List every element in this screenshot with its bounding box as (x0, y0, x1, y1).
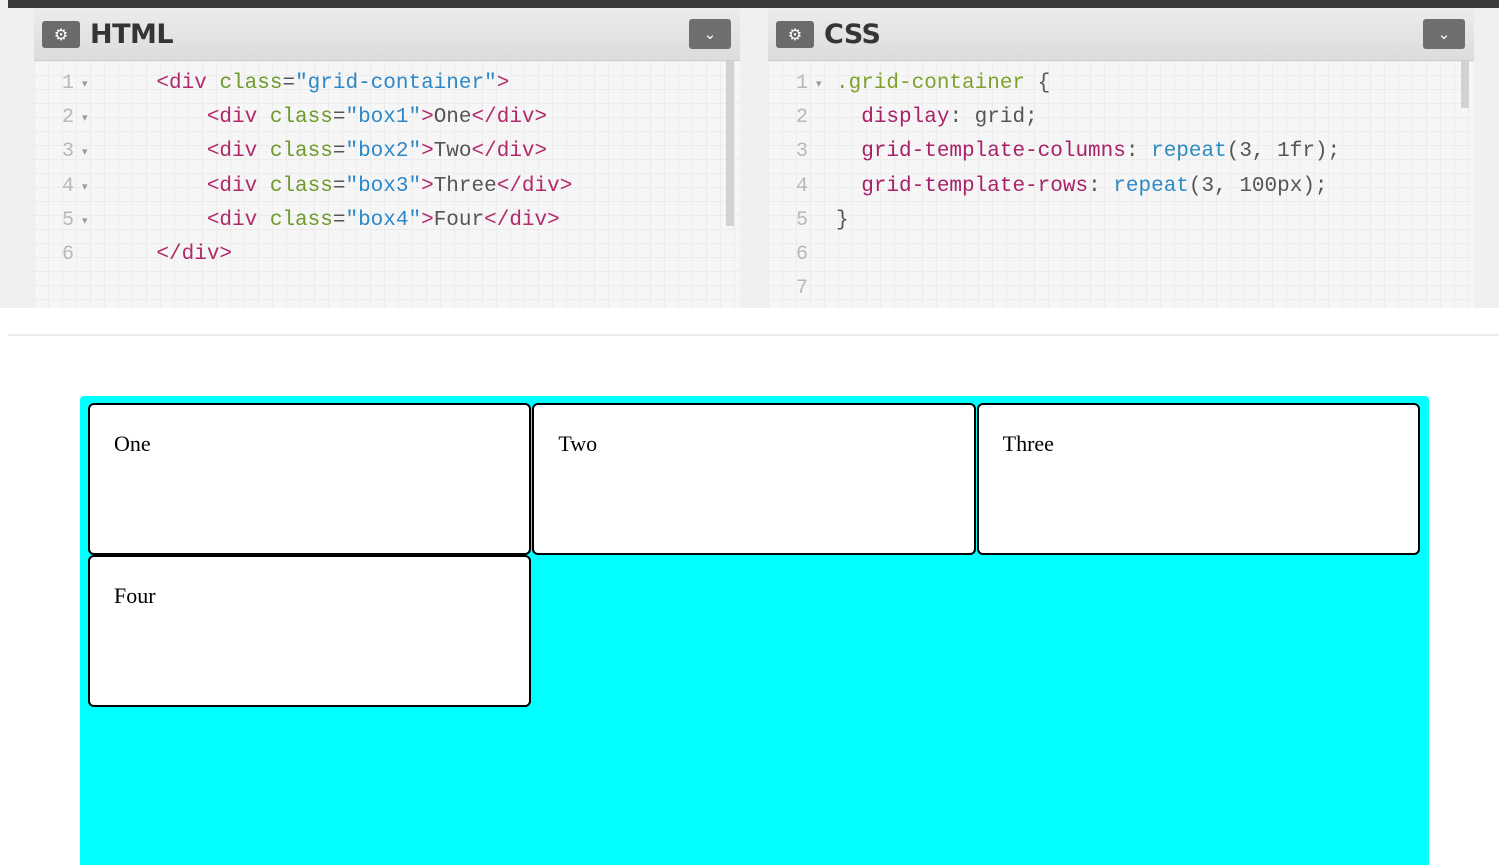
code-line[interactable]: 3 ▾ <div class="box2">Two</div> (34, 135, 740, 169)
code-line[interactable]: 1 ▾ <div class="grid-container"> (34, 67, 740, 101)
code-line[interactable]: 2 display: grid; (768, 101, 1474, 135)
css-editor-panel[interactable]: ⚙ CSS ⌄ 1 ▾ .grid-container { 2 display: gr… (768, 8, 1474, 308)
code-text: grid-template-columns: repeat(3, 1fr); (861, 140, 1341, 164)
html-code-area[interactable]: 1 ▾ <div class="grid-container"> 2 ▾ <div c… (34, 67, 740, 272)
fold-arrow-icon[interactable]: ▾ (82, 67, 88, 101)
chevron-down-icon[interactable]: ⌄ (1423, 19, 1465, 49)
result-grid-container: One Two Three Four (80, 396, 1429, 865)
code-line[interactable]: 7 (768, 272, 1474, 306)
code-text: <div class="box3">Three</div> (206, 174, 573, 198)
code-text: <div class="box1">One</div> (206, 106, 548, 130)
css-code-area[interactable]: 1 ▾ .grid-container {2 display: grid; 3 gri… (768, 67, 1474, 306)
grid-box-three: Three (976, 403, 1420, 555)
html-panel-header: ⚙ HTML ⌄ (34, 8, 740, 61)
gear-icon[interactable]: ⚙ (42, 21, 80, 48)
css-panel-title: CSS (824, 19, 881, 50)
code-line[interactable]: 4 ▾ <div class="box3">Three</div> (34, 170, 740, 204)
code-text: </div> (156, 242, 233, 266)
divider (8, 334, 1499, 336)
line-number: 3 (61, 140, 74, 164)
js-panel-tab[interactable] (1475, 8, 1499, 308)
line-number: 5 (61, 208, 74, 232)
code-line[interactable]: 2 ▾ <div class="box1">One</div> (34, 101, 740, 135)
line-number: 4 (795, 174, 808, 198)
code-line[interactable]: 5 ▾ <div class="box4">Four</div> (34, 204, 740, 238)
line-number: 6 (61, 242, 74, 266)
line-number: 5 (795, 208, 808, 232)
code-text: .grid-container { (836, 72, 1051, 95)
line-number: 2 (61, 106, 74, 130)
code-text: display: grid; (861, 106, 1038, 130)
html-editor-panel[interactable]: ⚙ HTML ⌄ 1 ▾ <div class="grid-container">… (34, 8, 740, 308)
code-text: grid-template-rows: repeat(3, 100px); (861, 174, 1328, 198)
grid-box-two: Two (532, 403, 976, 555)
fold-arrow-icon[interactable]: ▾ (82, 170, 88, 204)
fold-arrow-icon[interactable]: ▾ (82, 101, 88, 135)
code-text: } (836, 208, 849, 232)
html-panel-title: HTML (90, 19, 174, 50)
html-scrollbar[interactable] (726, 61, 734, 226)
grid-box-one: One (88, 403, 532, 555)
fold-arrow-icon[interactable]: ▾ (82, 204, 88, 238)
code-text: <div class="box4">Four</div> (206, 208, 560, 232)
line-number: 7 (795, 277, 808, 301)
code-text: <div class="grid-container"> (156, 72, 510, 95)
code-line[interactable]: 6 (768, 238, 1474, 272)
top-strip (8, 0, 1499, 8)
code-line[interactable]: 5} (768, 204, 1474, 238)
line-number: 1 (61, 72, 74, 95)
line-number: 1 (795, 72, 808, 95)
fold-arrow-icon[interactable]: ▾ (816, 67, 822, 101)
line-number: 4 (61, 174, 74, 198)
grid-box-four: Four (88, 555, 532, 707)
line-number: 6 (795, 242, 808, 266)
code-line[interactable]: 6 </div> (34, 238, 740, 272)
code-line[interactable]: 3 grid-template-columns: repeat(3, 1fr); (768, 135, 1474, 169)
css-panel-header: ⚙ CSS ⌄ (768, 8, 1474, 61)
code-line[interactable]: 1 ▾ .grid-container { (768, 67, 1474, 101)
line-number: 2 (795, 106, 808, 130)
gear-icon[interactable]: ⚙ (776, 21, 814, 48)
fold-arrow-icon[interactable]: ▾ (82, 135, 88, 169)
code-line[interactable]: 4 grid-template-rows: repeat(3, 100px); (768, 170, 1474, 204)
editor-area: ⚙ HTML ⌄ 1 ▾ <div class="grid-container">… (0, 0, 1499, 308)
code-text: <div class="box2">Two</div> (206, 140, 548, 164)
css-scrollbar[interactable] (1461, 61, 1469, 108)
line-number: 3 (795, 140, 808, 164)
chevron-down-icon[interactable]: ⌄ (689, 19, 731, 49)
